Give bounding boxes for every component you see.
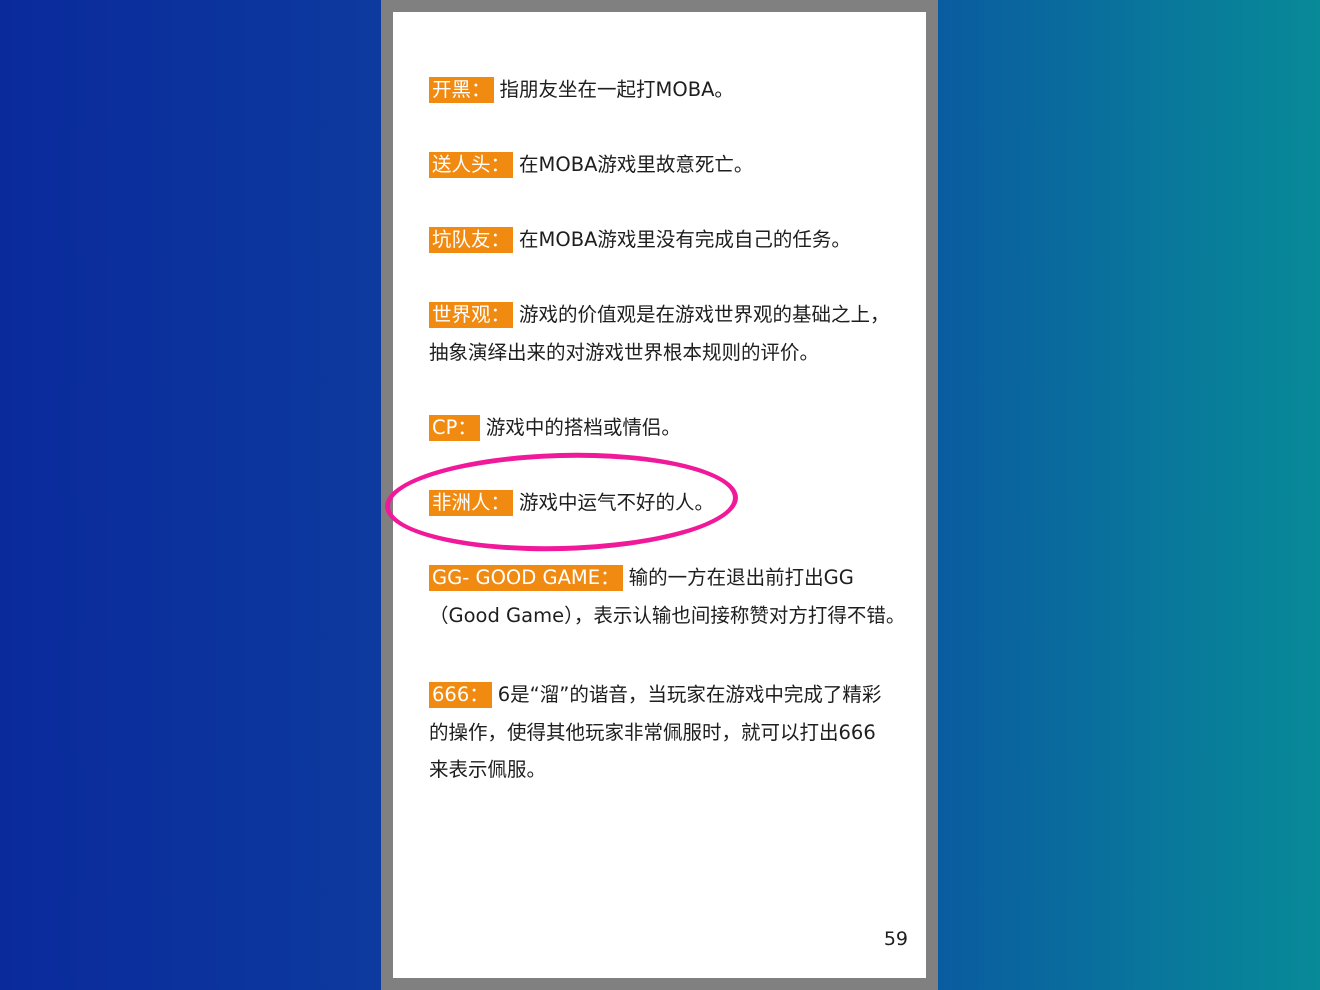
entry-line: 666： 6是“溜”的谐音，当玩家在游戏中完成了精彩 bbox=[429, 676, 904, 714]
glossary-term: 坑队友： bbox=[429, 227, 514, 253]
glossary-entry-kaihei: 开黑： 指朋友坐在一起打MOBA。 bbox=[429, 71, 904, 109]
term-definition: 在MOBA游戏里没有完成自己的任务。 bbox=[519, 228, 851, 251]
entry-line: GG- GOOD GAME： 输的一方在退出前打出GG bbox=[429, 559, 904, 597]
term-definition: 输的一方在退出前打出GG bbox=[628, 566, 854, 589]
glossary-term: GG- GOOD GAME： bbox=[429, 565, 623, 591]
glossary-entry-songrentou: 送人头： 在MOBA游戏里故意死亡。 bbox=[429, 146, 904, 184]
page-number: 59 bbox=[883, 928, 908, 950]
glossary-term: 世界观： bbox=[429, 302, 514, 328]
term-definition: 6是“溜”的谐音，当玩家在游戏中完成了精彩 bbox=[497, 683, 882, 706]
term-definition-continued: 抽象演绎出来的对游戏世界根本规则的评价。 bbox=[429, 340, 820, 364]
glossary-term: 开黑： bbox=[429, 77, 494, 103]
glossary-term: 送人头： bbox=[429, 152, 514, 178]
term-definition-continued: 的操作，使得其他玩家非常佩服时，就可以打出666 bbox=[429, 720, 876, 744]
entry-line: 坑队友： 在MOBA游戏里没有完成自己的任务。 bbox=[429, 221, 904, 259]
term-definition: 游戏中的搭档或情侣。 bbox=[485, 416, 681, 439]
glossary-entry-gg: GG- GOOD GAME： 输的一方在退出前打出GG （Good Game），表… bbox=[429, 559, 906, 634]
glossary-entry-cp: CP： 游戏中的搭档或情侣。 bbox=[429, 409, 904, 447]
term-definition: 在MOBA游戏里故意死亡。 bbox=[519, 153, 754, 176]
term-definition: 游戏的价值观是在游戏世界观的基础之上， bbox=[519, 303, 890, 326]
entry-line: 世界观： 游戏的价值观是在游戏世界观的基础之上， bbox=[429, 296, 904, 334]
entry-line: 开黑： 指朋友坐在一起打MOBA。 bbox=[429, 71, 904, 109]
term-definition-continued: （Good Game），表示认输也间接称赞对方打得不错。 bbox=[429, 603, 906, 627]
glossary-entry-kengduiyou: 坑队友： 在MOBA游戏里没有完成自己的任务。 bbox=[429, 221, 904, 259]
entry-line: 送人头： 在MOBA游戏里故意死亡。 bbox=[429, 146, 904, 184]
entry-line: CP： 游戏中的搭档或情侣。 bbox=[429, 409, 904, 447]
glossary-term: 666： bbox=[429, 682, 492, 708]
glossary-term: CP： bbox=[429, 415, 480, 441]
term-definition: 指朋友坐在一起打MOBA。 bbox=[499, 78, 734, 101]
term-definition-continued: 来表示佩服。 bbox=[429, 758, 547, 781]
glossary-entry-shijieguan: 世界观： 游戏的价值观是在游戏世界观的基础之上， 抽象演绎出来的对游戏世界根本规则… bbox=[429, 296, 904, 371]
glossary-entry-666: 666： 6是“溜”的谐音，当玩家在游戏中完成了精彩 的操作，使得其他玩家非常佩服… bbox=[429, 676, 904, 789]
